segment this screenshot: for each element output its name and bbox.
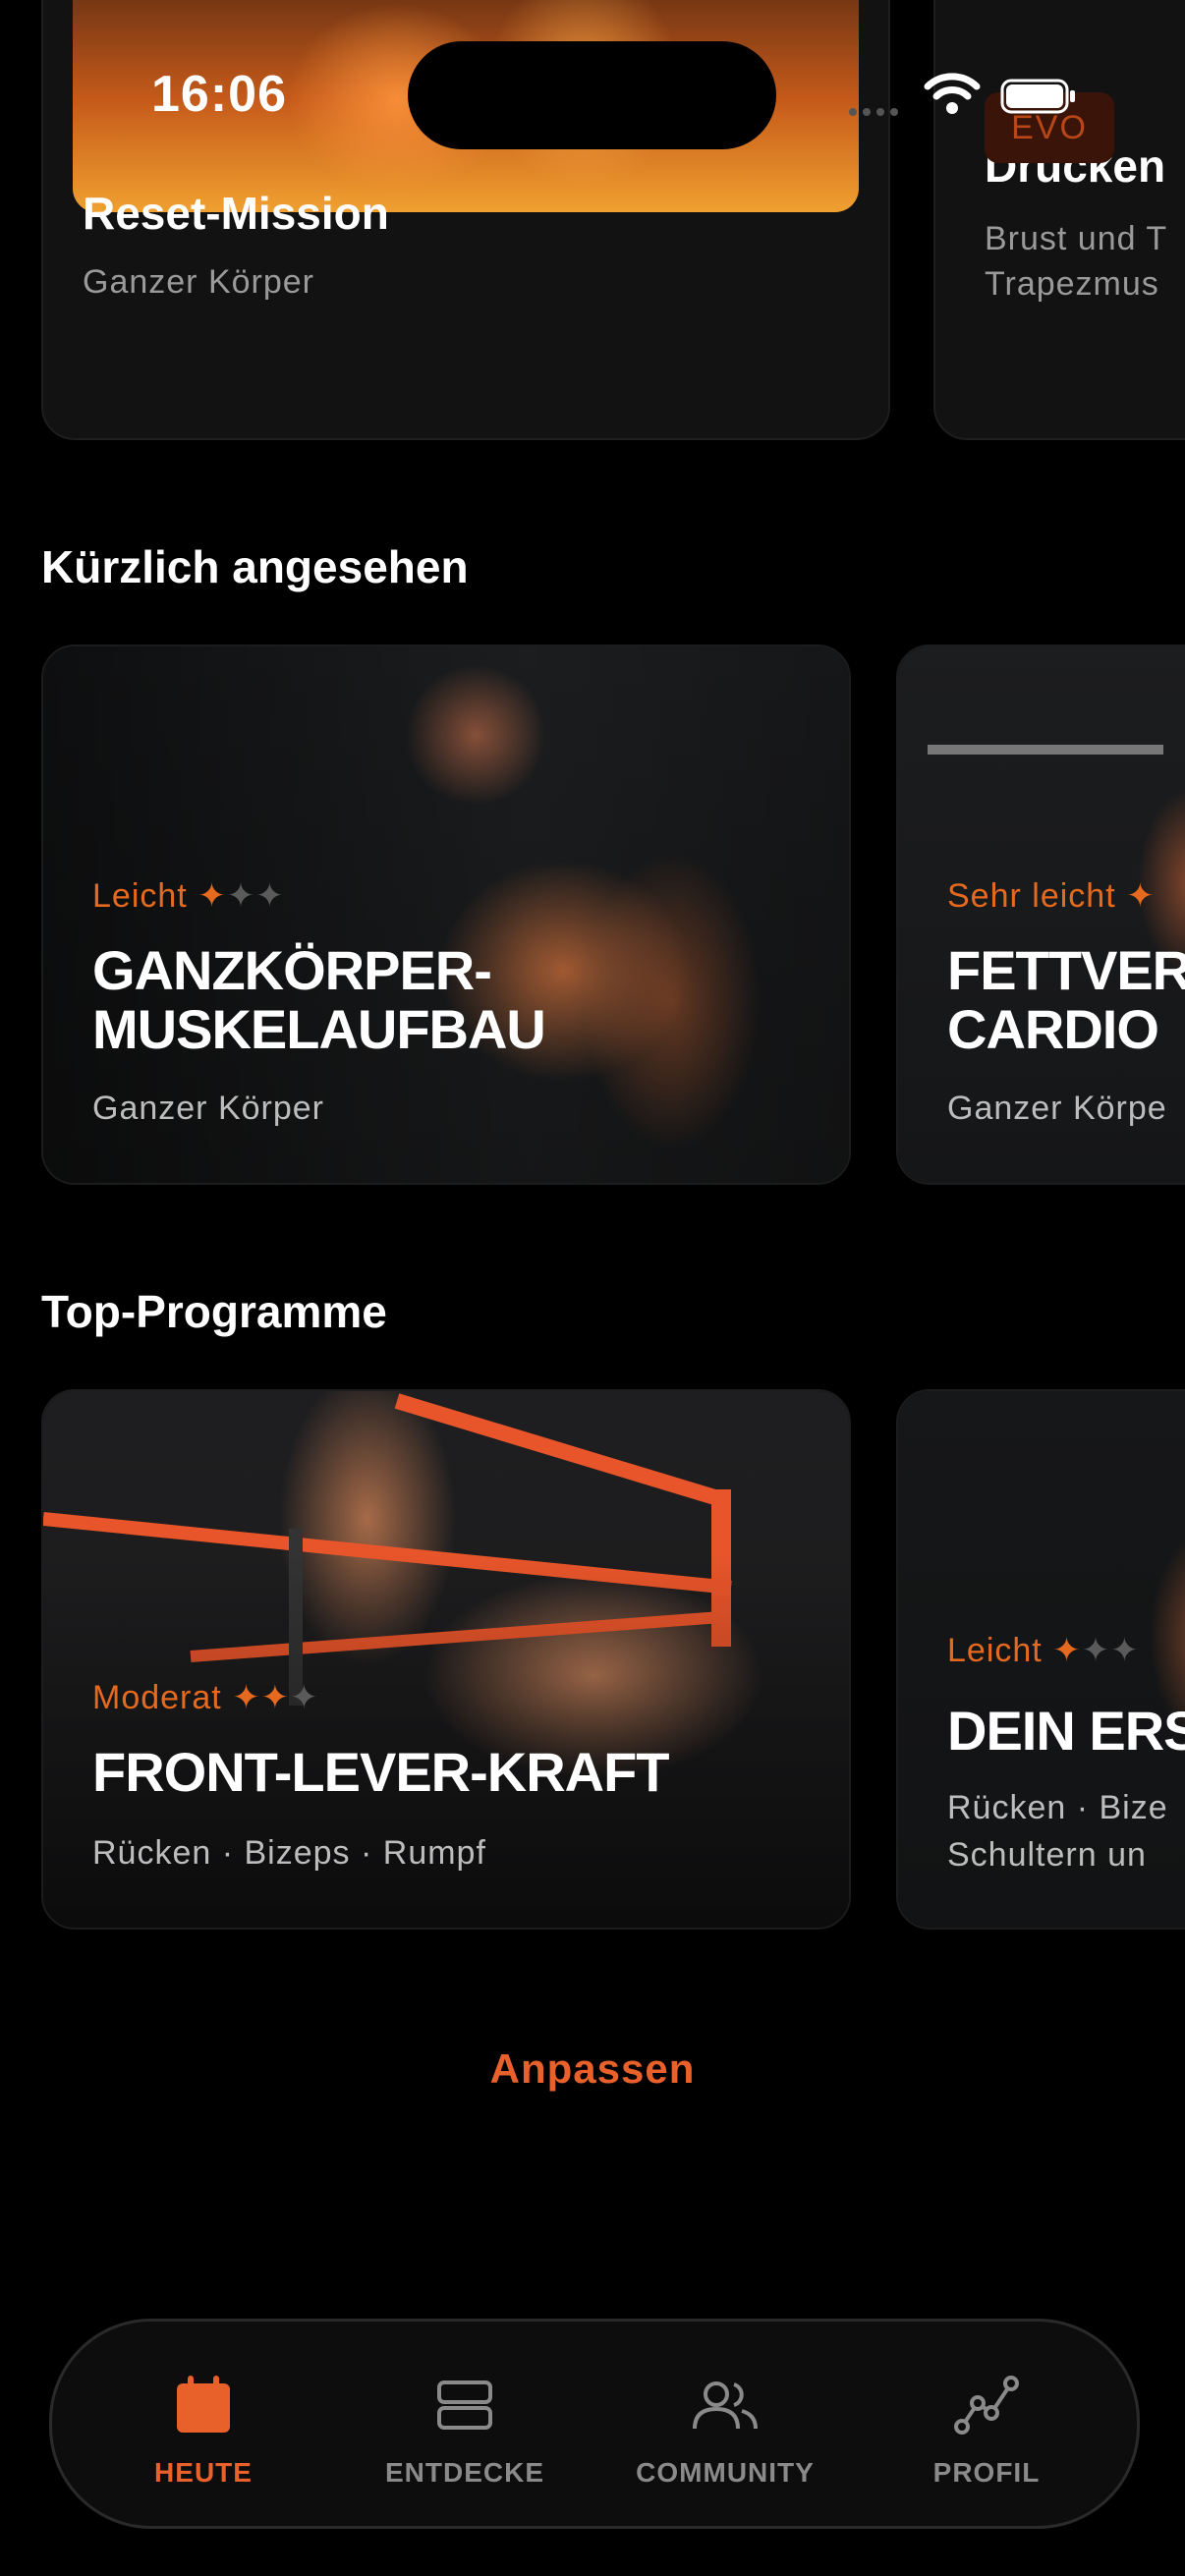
tab-profil[interactable]: PROFIL [874,2371,1100,2489]
program-card-ganzkoerper[interactable]: Leicht ✦✦✦ GANZKÖRPER- MUSKELAUFBAU Ganz… [41,644,851,1185]
program-title: DEIN ERS [947,1700,1185,1762]
program-card-druecken[interactable]: Drücken Brust und T Trapezmus [933,0,1185,440]
program-card-fettverbrennung[interactable]: Sehr leicht ✦ FETTVER CARDIO Ganzer Körp… [896,644,1185,1185]
customize-button[interactable]: Anpassen [0,2045,1185,2093]
chart-icon [874,2371,1100,2439]
section-title-recent: Kürzlich angesehen [41,541,469,592]
program-subtitle: Ganzer Körper [92,1090,324,1127]
tab-label: PROFIL [932,2457,1041,2488]
stack-icon [352,2371,578,2439]
tab-bar: HEUTE ENTDECKE COMMUNITY PROFIL [49,2319,1140,2529]
card-subtitle: Ganzer Körper [83,263,314,301]
tab-label: COMMUNITY [636,2457,815,2488]
signal-icon [849,103,908,116]
program-subtitle: Rücken · Bizeps · Rumpf [92,1834,486,1872]
card-subtitle: Brust und T [985,220,1168,257]
card-title: Reset-Mission [83,188,389,239]
tab-entdecke[interactable]: ENTDECKE [352,2371,578,2489]
section-title-top-programs: Top-Programme [41,1286,387,1337]
program-card-front-lever[interactable]: Moderat ✦✦✦ FRONT-LEVER-KRAFT Rücken · B… [41,1389,851,1930]
difficulty-label: Leicht ✦✦✦ [92,877,285,915]
dynamic-island [408,41,776,149]
difficulty-label: Moderat ✦✦✦ [92,1679,319,1716]
program-subtitle: Ganzer Körpe [947,1090,1167,1127]
people-icon [612,2371,838,2439]
calendar-icon [90,2371,316,2439]
difficulty-label: Sehr leicht ✦ [947,877,1156,915]
program-card-dein-erster[interactable]: Leicht ✦✦✦ DEIN ERS Rücken · Bize Schult… [896,1389,1185,1930]
difficulty-label: Leicht ✦✦✦ [947,1632,1140,1669]
program-title: FRONT-LEVER-KRAFT [92,1741,670,1803]
status-time: 16:06 [151,66,287,123]
tab-heute[interactable]: HEUTE [90,2371,316,2489]
program-subtitle: Rücken · Bize [947,1789,1168,1826]
tab-community[interactable]: COMMUNITY [612,2371,838,2489]
program-title: GANZKÖRPER- MUSKELAUFBAU [92,939,546,1060]
tab-label: ENTDECKE [384,2457,544,2488]
battery-icon [1000,79,1079,114]
wifi-icon [924,71,981,116]
bar-rack [928,745,1163,755]
card-subtitle-2: Trapezmus [985,265,1159,303]
program-title: FETTVER CARDIO [947,939,1185,1060]
program-subtitle-2: Schultern un [947,1836,1147,1874]
tab-label: HEUTE [154,2457,253,2488]
